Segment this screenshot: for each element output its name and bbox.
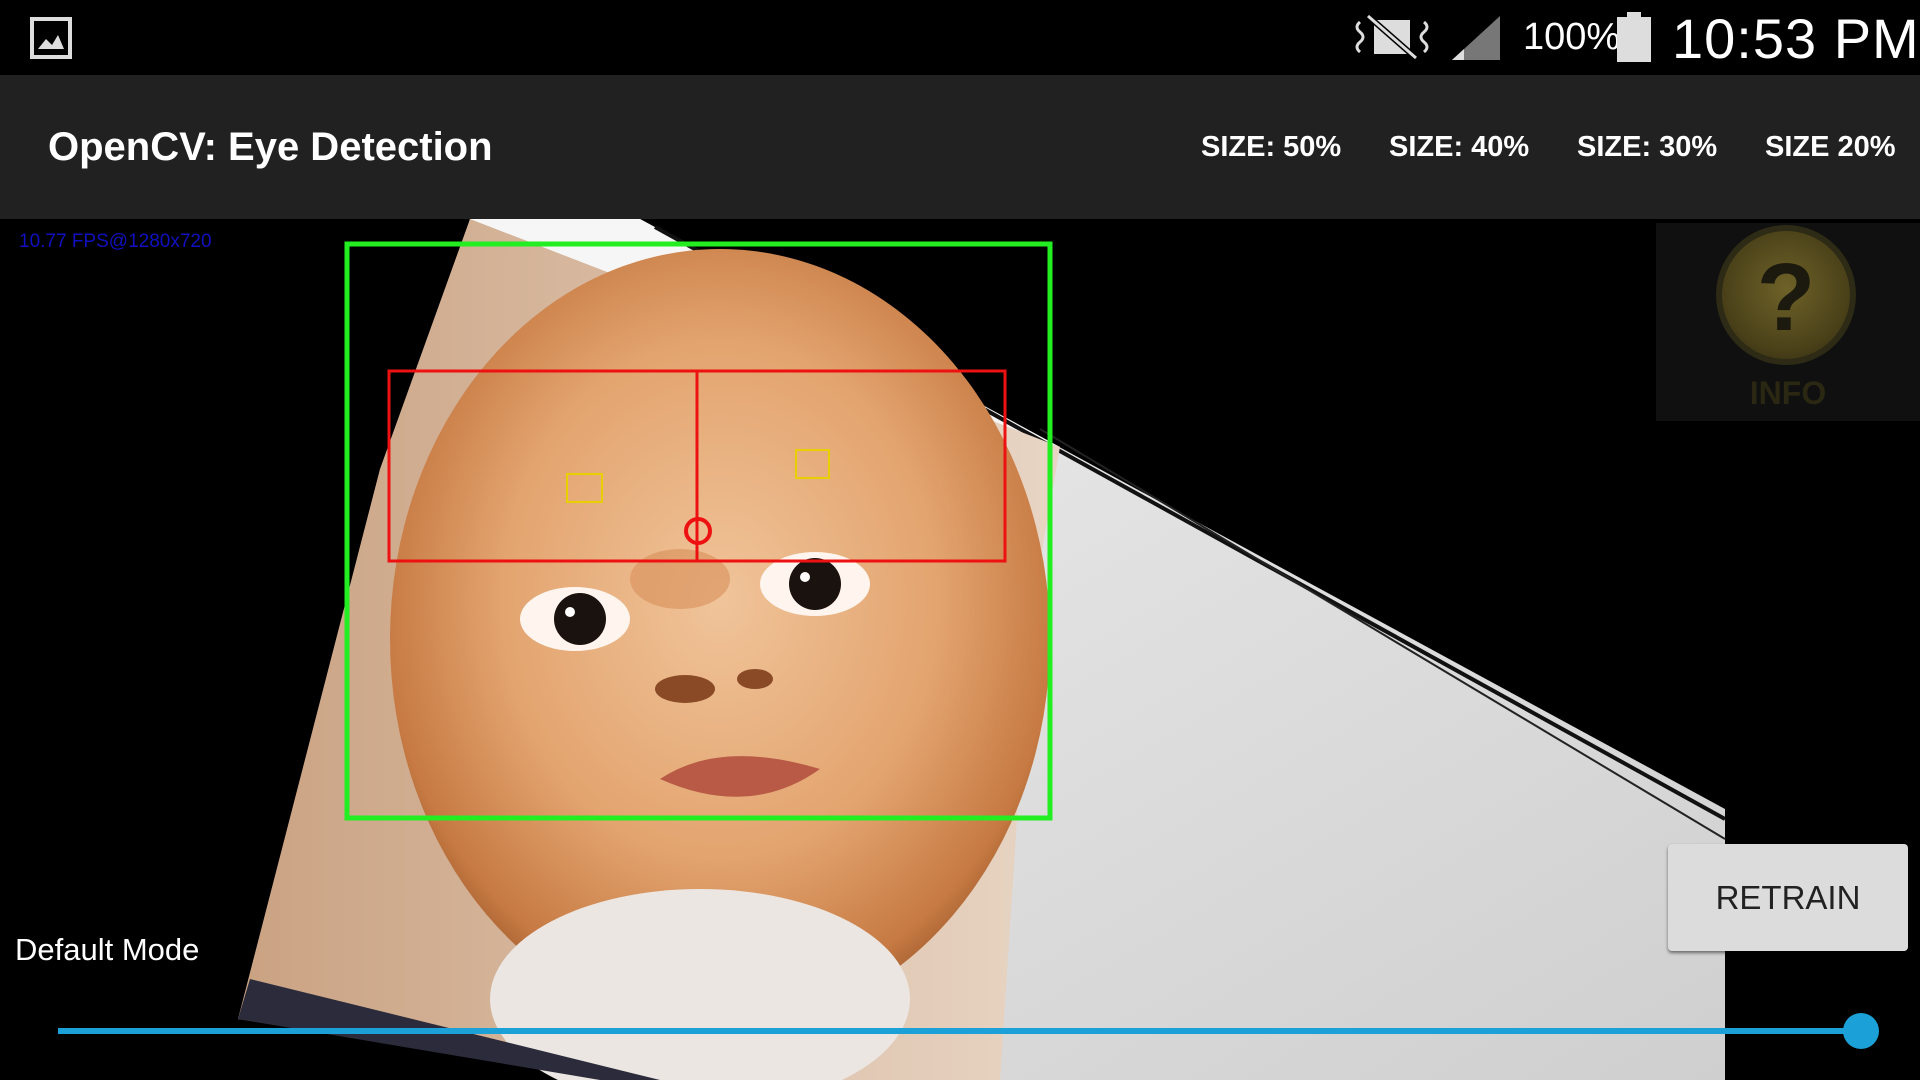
slider-fill <box>58 1028 1861 1034</box>
camera-frame-image <box>238 219 1726 1080</box>
app-title: OpenCV: Eye Detection <box>48 125 493 169</box>
size-50-button[interactable]: SIZE: 50% <box>1201 131 1341 164</box>
signal-icon <box>1452 16 1500 60</box>
gallery-icon <box>30 17 72 59</box>
clock: 10:53 PM <box>1672 7 1920 70</box>
camera-preview: 10.77 FPS@1280x720 ? INFO RETRAIN Defaul… <box>0 219 1920 1080</box>
threshold-slider[interactable] <box>58 1011 1879 1051</box>
size-30-button[interactable]: SIZE: 30% <box>1577 131 1717 164</box>
fps-readout: 10.77 FPS@1280x720 <box>19 231 212 252</box>
mode-label: Default Mode <box>15 932 200 967</box>
slider-thumb[interactable] <box>1843 1013 1879 1049</box>
question-mark-icon: ? <box>1716 225 1856 365</box>
info-label: INFO <box>1749 375 1827 411</box>
mute-vibrate-icon <box>1355 13 1429 61</box>
info-button[interactable]: ? INFO <box>1656 223 1920 421</box>
battery-icon <box>1617 12 1651 62</box>
size-40-button[interactable]: SIZE: 40% <box>1389 131 1529 164</box>
size-20-button[interactable]: SIZE 20% <box>1765 131 1896 164</box>
retrain-button[interactable]: RETRAIN <box>1668 844 1908 951</box>
status-bar: 100% 10:53 PM <box>0 0 1920 75</box>
action-bar: OpenCV: Eye Detection SIZE: 50% SIZE: 40… <box>0 75 1920 219</box>
battery-percent: 100% <box>1523 16 1621 58</box>
